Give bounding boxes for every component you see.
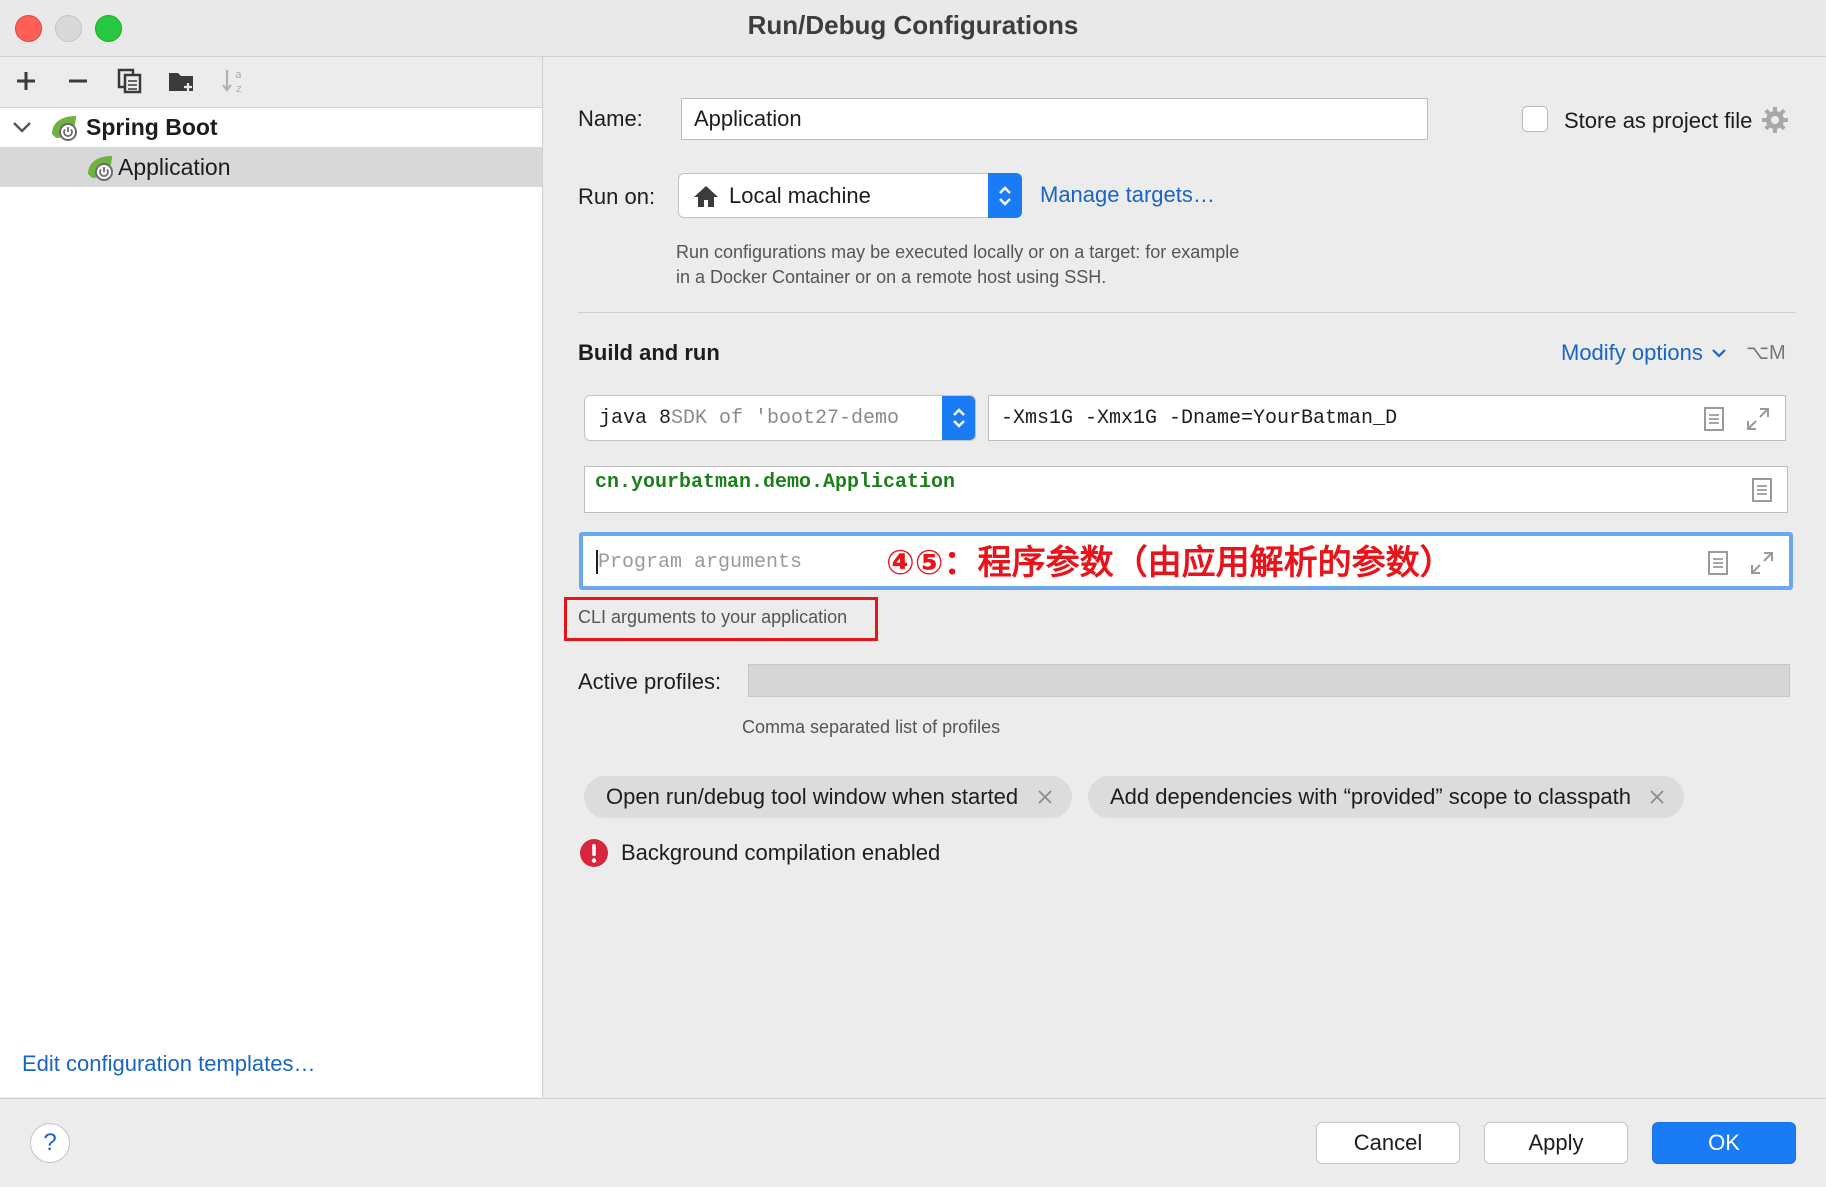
remove-icon[interactable] <box>61 64 95 98</box>
document-icon[interactable] <box>1707 550 1729 576</box>
ok-button-label: OK <box>1708 1130 1740 1155</box>
store-as-project-file-checkbox[interactable] <box>1522 106 1548 132</box>
edit-configuration-templates-link[interactable]: Edit configuration templates… <box>22 1051 316 1077</box>
vm-options-value: -Xms1G -Xmx1G -Dname=YourBatman_D <box>1001 406 1398 430</box>
run-on-value: Local machine <box>729 182 871 208</box>
new-folder-icon[interactable] <box>165 64 199 98</box>
spring-boot-icon <box>84 152 116 182</box>
vm-options-input[interactable]: -Xms1G -Xmx1G -Dname=YourBatman_D <box>988 395 1786 441</box>
run-on-hint-line-1: Run configurations may be executed local… <box>676 242 1240 262</box>
cancel-button-label: Cancel <box>1353 1130 1423 1155</box>
jdk-suffix-label: SDK of 'boot27-demo <box>671 406 900 430</box>
sort-alphabetically-icon[interactable]: az <box>217 64 251 98</box>
copy-icon[interactable] <box>113 64 147 98</box>
document-icon[interactable] <box>1751 477 1773 503</box>
warning-text: Background compilation enabled <box>621 840 941 865</box>
name-input-value: Application <box>694 106 802 131</box>
expand-icon[interactable] <box>1745 406 1771 432</box>
run-on-hint-line-2: in a Docker Container or on a remote hos… <box>676 267 1107 287</box>
run-on-label: Run on: <box>578 184 656 209</box>
name-input[interactable]: Application <box>681 98 1428 140</box>
window-title: Run/Debug Configurations <box>747 10 1079 40</box>
background-compilation-warning: Background compilation enabled <box>579 838 940 868</box>
spring-boot-icon <box>48 112 80 142</box>
manage-targets-link[interactable]: Manage targets… <box>1040 182 1215 208</box>
tree-group-label: Spring Boot <box>86 113 218 140</box>
build-and-run-heading: Build and run <box>578 340 720 365</box>
jdk-select[interactable]: java 8 SDK of 'boot27-demo <box>584 395 976 441</box>
name-label: Name: <box>578 106 643 131</box>
modify-options-label: Modify options <box>1561 340 1703 365</box>
select-arrows-icon <box>988 173 1022 218</box>
modify-options-shortcut: ⌥M <box>1746 342 1786 364</box>
gear-icon[interactable] <box>1760 105 1790 140</box>
chevron-down-icon[interactable] <box>12 120 34 134</box>
close-icon[interactable] <box>1036 788 1054 806</box>
separator <box>578 312 1796 313</box>
svg-text:a: a <box>235 68 242 81</box>
main-class-input[interactable]: cn.yourbatman.demo.Application <box>584 466 1788 513</box>
program-arguments-placeholder: Program arguments <box>598 551 803 574</box>
tree-group-spring-boot[interactable]: Spring Boot <box>0 107 542 147</box>
cancel-button[interactable]: Cancel <box>1316 1122 1460 1164</box>
chip-label: Add dependencies with “provided” scope t… <box>1110 784 1631 809</box>
active-profiles-label: Active profiles: <box>578 669 722 694</box>
option-chip-provided-scope: Add dependencies with “provided” scope t… <box>1088 776 1684 818</box>
chevron-down-icon <box>1711 347 1727 359</box>
add-icon[interactable] <box>9 64 43 98</box>
select-arrows-icon <box>942 396 975 440</box>
option-chip-open-tool-window: Open run/debug tool window when started <box>584 776 1072 818</box>
svg-text:z: z <box>236 82 242 95</box>
chip-label: Open run/debug tool window when started <box>606 784 1019 809</box>
store-as-project-file-label: Store as project file <box>1564 108 1753 133</box>
active-profiles-input[interactable] <box>748 664 1790 697</box>
ok-button[interactable]: OK <box>1652 1122 1796 1164</box>
help-button[interactable]: ? <box>30 1123 70 1163</box>
jdk-main-label: java 8 <box>599 406 672 430</box>
expand-icon[interactable] <box>1749 550 1775 576</box>
document-icon[interactable] <box>1703 406 1725 432</box>
help-icon: ? <box>43 1129 57 1156</box>
active-profiles-hint: Comma separated list of profiles <box>742 717 1001 737</box>
home-icon <box>693 184 719 208</box>
program-arguments-hint: CLI arguments to your application <box>578 607 848 627</box>
modify-options-link[interactable]: Modify options <box>1561 340 1727 366</box>
annotation-text: ④⑤：程序参数（由应用解析的参数） <box>886 543 1454 583</box>
error-icon <box>579 838 609 868</box>
run-on-select[interactable]: Local machine <box>678 173 1022 218</box>
apply-button-label: Apply <box>1528 1130 1584 1155</box>
apply-button[interactable]: Apply <box>1484 1122 1628 1164</box>
tree-item-label: Application <box>118 153 231 180</box>
main-class-value: cn.yourbatman.demo.Application <box>595 471 956 494</box>
tree-item-application[interactable]: Application <box>0 147 542 187</box>
close-icon[interactable] <box>1648 788 1666 806</box>
configuration-tree-panel <box>0 57 543 1097</box>
